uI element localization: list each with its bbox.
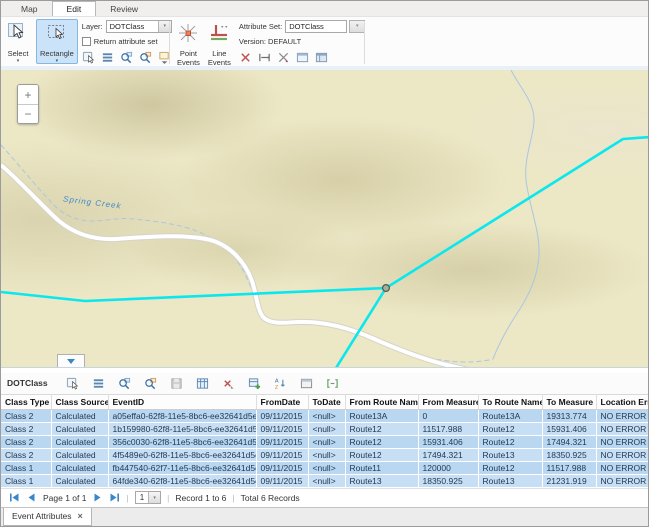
total-records-text: Total 6 Records	[241, 493, 300, 503]
version-text: Version: DEFAULT	[239, 37, 301, 46]
col-from-measure[interactable]: From Measure	[418, 394, 478, 409]
select-tool-button[interactable]: Select ▾	[3, 19, 33, 64]
col-eventid[interactable]: EventID	[108, 394, 256, 409]
col-fromdate[interactable]: FromDate	[256, 394, 308, 409]
return-attribute-set-label: Return attribute set	[94, 37, 158, 46]
event-panel-icon[interactable]	[315, 50, 329, 64]
range-brackets-icon[interactable]	[326, 376, 340, 390]
pan-to-selected-icon[interactable]	[144, 376, 158, 390]
close-tab-icon[interactable]: ×	[78, 511, 83, 521]
previous-page-icon[interactable]	[26, 492, 37, 503]
route-event-line-northeast[interactable]	[386, 137, 649, 288]
app-window: Map Edit Review Select ▾ Rectangle	[0, 0, 649, 527]
svg-text:Z: Z	[275, 385, 279, 390]
tab-event-attributes[interactable]: Event Attributes ×	[3, 508, 92, 526]
tab-review[interactable]: Review	[96, 1, 152, 16]
creek-line	[1, 145, 493, 362]
ribbon-separator	[364, 21, 365, 64]
line-events-button[interactable]: Line Events	[204, 19, 235, 68]
tab-map[interactable]: Map	[7, 1, 52, 16]
pan-to-selection-icon[interactable]	[139, 50, 153, 64]
layer-label: Layer:	[82, 22, 103, 31]
add-record-icon[interactable]	[248, 376, 262, 390]
col-location-error[interactable]: Location Error	[596, 394, 649, 409]
clear-selection-icon[interactable]	[82, 50, 96, 64]
save-icon[interactable]	[170, 376, 184, 390]
col-to-route-name[interactable]: To Route Name	[478, 394, 542, 409]
col-class-source[interactable]: Class Source	[51, 394, 108, 409]
remove-record-icon[interactable]	[222, 376, 236, 390]
measure-range-icon[interactable]	[258, 50, 272, 64]
map-canvas[interactable]: Spring Creek + −	[1, 70, 649, 368]
col-to-measure[interactable]: To Measure	[542, 394, 596, 409]
select-cursor-icon	[7, 22, 29, 49]
ribbon-separator	[169, 21, 170, 64]
selection-list-icon[interactable]	[101, 50, 115, 64]
point-events-button[interactable]: Point Events	[173, 19, 204, 68]
rectangle-dropdown-caret-icon[interactable]: ▾	[56, 59, 59, 63]
separator: |	[232, 493, 234, 503]
pagination-bar: Page 1 of 1 | 1 ▾ | Record 1 to 6 | Tota…	[1, 488, 648, 507]
panel-title: DOTClass	[7, 378, 48, 388]
first-page-icon[interactable]	[9, 492, 20, 503]
rectangle-select-icon	[46, 22, 68, 49]
table-header-row: Class Type Class Source EventID FromDate…	[1, 394, 649, 409]
select-records-icon[interactable]	[66, 376, 80, 390]
split-event-icon[interactable]	[277, 50, 291, 64]
layer-dropdown[interactable]: DOTClass ▾	[106, 20, 172, 33]
ribbon-tab-bar: Map Edit Review	[1, 1, 648, 17]
zoom-out-button[interactable]: −	[18, 104, 38, 123]
map-zoom-control: + −	[17, 84, 39, 124]
separator: |	[167, 493, 169, 503]
point-events-icon	[177, 22, 199, 49]
record-range-text: Record 1 to 6	[175, 493, 226, 503]
page-indicator: Page 1 of 1	[43, 493, 86, 503]
table-row[interactable]: Class 2Calculated4f5489e0-62f8-11e5-8bc6…	[1, 448, 649, 461]
page-dropdown-caret-icon[interactable]: ▾	[148, 492, 160, 503]
tab-edit[interactable]: Edit	[52, 1, 97, 16]
event-attributes-panel: DOTClass AZ Class Type	[1, 373, 648, 526]
table-row[interactable]: Class 2Calculated1b159980-62f8-11e5-8bc6…	[1, 422, 649, 435]
route-event-line-west[interactable]	[1, 288, 386, 301]
table-row[interactable]: Class 1Calculated64fde340-62f8-11e5-8bc6…	[1, 474, 649, 487]
svg-text:A: A	[275, 379, 279, 385]
zoom-to-selected-icon[interactable]	[118, 376, 132, 390]
table-row[interactable]: Class 1Calculatedfb447540-62f7-11e5-8bc6…	[1, 461, 649, 474]
attribute-set-label: Attribute Set:	[239, 22, 282, 31]
ribbon: Select ▾ Rectangle ▾ Layer: DOTClass	[1, 17, 648, 67]
col-todate[interactable]: ToDate	[308, 394, 345, 409]
page-number-dropdown[interactable]: 1 ▾	[135, 491, 161, 504]
map-features	[1, 70, 649, 368]
col-from-route-name[interactable]: From Route Name	[345, 394, 418, 409]
panel-collapse-button[interactable]	[57, 354, 85, 367]
zoom-in-button[interactable]: +	[18, 85, 38, 104]
report-window-icon[interactable]	[300, 376, 314, 390]
route-junction-vertex[interactable]	[383, 285, 390, 292]
attribute-set-caret-icon[interactable]: ▾	[349, 20, 365, 33]
collapse-arrow-icon	[67, 359, 75, 364]
select-dropdown-caret-icon[interactable]: ▾	[17, 59, 20, 63]
event-window-icon[interactable]	[296, 50, 310, 64]
return-attribute-set-checkbox[interactable]	[82, 37, 91, 46]
panel-toolbar: DOTClass AZ	[1, 373, 648, 394]
table-row[interactable]: Class 2Calculateda05effa0-62f8-11e5-8bc6…	[1, 409, 649, 422]
sort-icon[interactable]: AZ	[274, 376, 288, 390]
zoom-to-selection-icon[interactable]	[120, 50, 134, 64]
separator: |	[126, 493, 128, 503]
col-class-type[interactable]: Class Type	[1, 394, 51, 409]
event-attributes-table: Class Type Class Source EventID FromDate…	[1, 394, 649, 488]
line-events-icon	[208, 22, 230, 49]
creek-line	[493, 70, 539, 359]
rectangle-tool-button[interactable]: Rectangle ▾	[36, 19, 78, 64]
table-row[interactable]: Class 2Calculated356c0030-62f8-11e5-8bc6…	[1, 435, 649, 448]
attribute-set-dropdown[interactable]: DOTClass	[285, 20, 347, 33]
attribute-table-icon[interactable]	[196, 376, 210, 390]
delete-event-icon[interactable]	[239, 50, 253, 64]
panel-tab-bar: Event Attributes ×	[1, 507, 648, 526]
next-page-icon[interactable]	[92, 492, 103, 503]
show-selected-records-icon[interactable]	[92, 376, 106, 390]
last-page-icon[interactable]	[109, 492, 120, 503]
selection-group: Select ▾ Rectangle ▾ Layer: DOTClass	[3, 18, 166, 66]
edit-events-group: Point Events Line Events Attribute Set: …	[173, 18, 361, 66]
